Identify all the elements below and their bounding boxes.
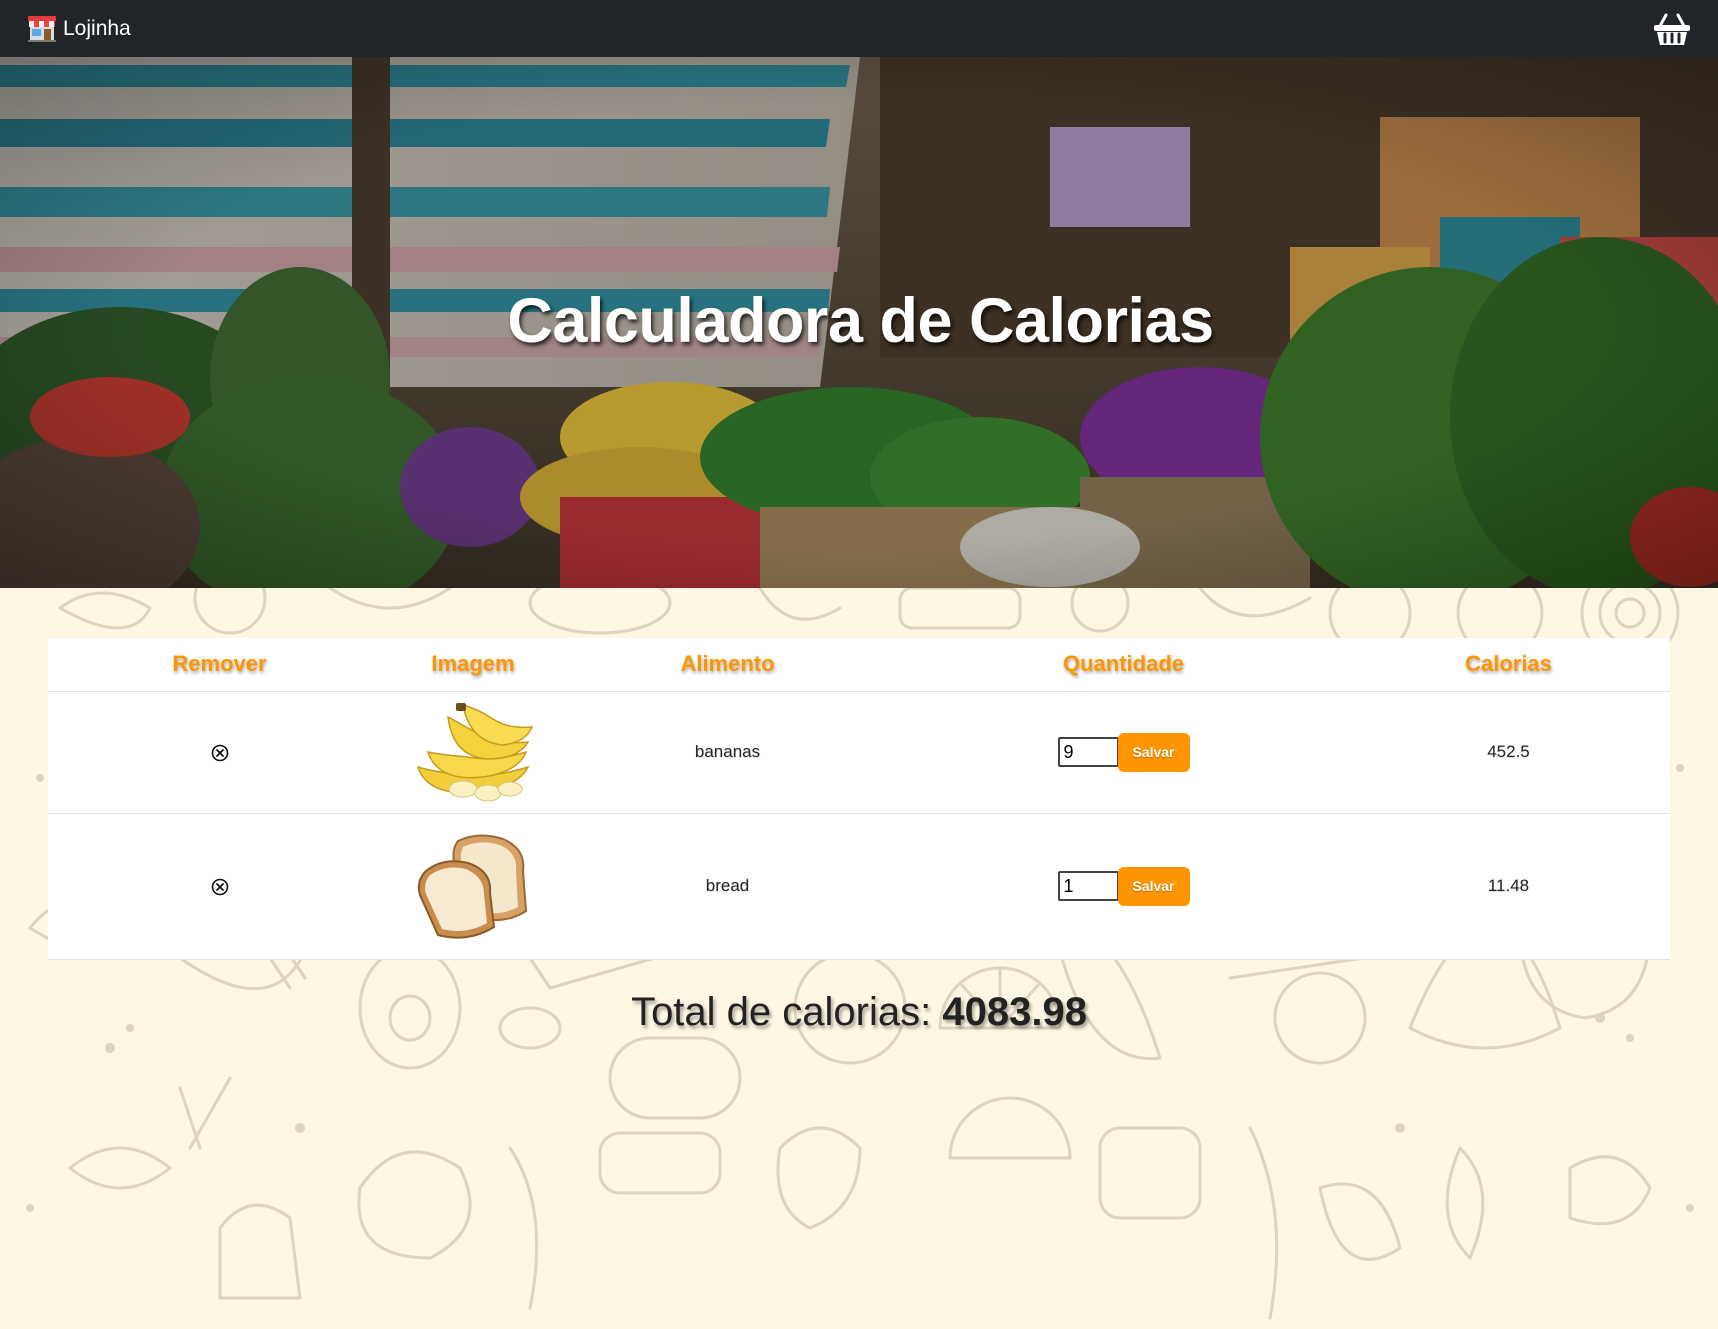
table-row: bread Salvar 11.48 <box>48 813 1670 960</box>
calorie-content: Remover Imagem Alimento Quantidade Calor… <box>0 588 1718 1329</box>
header-calories: Calorias <box>1347 638 1670 692</box>
header-quantity: Quantidade <box>900 638 1347 692</box>
remove-cell <box>48 813 391 960</box>
calories-value: 11.48 <box>1347 813 1670 960</box>
close-circle-icon[interactable] <box>211 744 229 762</box>
quantity-input[interactable] <box>1057 871 1119 901</box>
header-remove: Remover <box>48 638 391 692</box>
header-food: Alimento <box>555 638 900 692</box>
total-value: 4083.98 <box>942 990 1087 1034</box>
food-name: bananas <box>555 691 900 814</box>
food-table: Remover Imagem Alimento Quantidade Calor… <box>48 638 1670 960</box>
page-title: Calculadora de Calorias <box>507 286 1214 356</box>
close-circle-icon[interactable] <box>211 878 229 896</box>
banana-image <box>416 703 534 802</box>
hero-banner: Calculadora de Calorias <box>0 57 1718 588</box>
food-name: bread <box>555 813 900 960</box>
save-button[interactable]: Salvar <box>1117 732 1190 772</box>
image-cell <box>391 813 555 960</box>
image-cell <box>391 691 555 814</box>
quantity-group: Salvar <box>1057 732 1190 772</box>
quantity-group: Salvar <box>1057 866 1190 906</box>
quantity-cell: Salvar <box>900 813 1347 960</box>
bread-image <box>417 834 528 939</box>
quantity-cell: Salvar <box>900 691 1347 814</box>
total-calories: Total de calorias: 4083.98 <box>0 990 1718 1035</box>
calories-value: 452.5 <box>1347 691 1670 814</box>
store-icon <box>28 15 56 42</box>
brand-label: Lojinha <box>63 16 131 40</box>
quantity-input[interactable] <box>1057 737 1119 767</box>
remove-cell <box>48 691 391 814</box>
basket-icon[interactable] <box>1653 11 1691 47</box>
table-header-row: Remover Imagem Alimento Quantidade Calor… <box>48 638 1670 692</box>
save-button[interactable]: Salvar <box>1117 866 1190 906</box>
total-label: Total de calorias: <box>631 990 932 1034</box>
navbar: Lojinha <box>0 0 1718 57</box>
table-row: bananas Salvar 452.5 <box>48 691 1670 814</box>
brand-link[interactable]: Lojinha <box>27 15 131 42</box>
header-image: Imagem <box>391 638 555 692</box>
